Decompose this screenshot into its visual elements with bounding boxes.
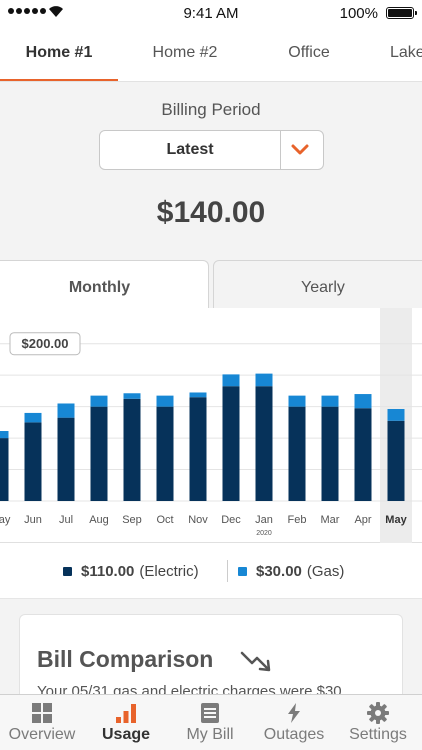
bar-gas [57,403,75,418]
bottom-navigation: Overview Usage My Bill Outages Settings [0,694,422,750]
bar-electric [57,417,75,501]
bar-electric [288,406,306,501]
bar-electric [123,398,141,501]
x-tick-label: Feb [288,514,307,526]
bar-electric [0,438,9,501]
billing-period-value: Latest [166,141,214,158]
lightning-icon [288,703,300,723]
gas-swatch [238,567,247,576]
billing-total-amount: $140.00 [156,196,266,229]
tab-monthly[interactable]: Monthly [0,260,209,309]
bar-gas [321,395,339,407]
nav-overview[interactable]: Overview [0,695,84,750]
nav-my-bill-label: My Bill [186,726,234,743]
bar-chart-icon [116,704,136,723]
bar-electric [222,386,240,501]
gear-icon [367,702,389,724]
x-tick-label: Jan [255,514,273,526]
x-tick-label: Sep [122,514,142,526]
usage-chart: May Jun Jul Aug Sep Oct Nov Dec Jan 2020 Feb Mar Apr… [0,308,422,543]
bill-comparison-title: Bill Comparison [37,646,214,672]
x-tick-label: Oct [156,514,173,526]
tab-home-1[interactable]: Home #1 [0,26,118,81]
billing-period-label: Billing Period [161,100,261,119]
nav-settings-label: Settings [349,726,407,743]
select-divider [280,131,281,169]
gas-label: (Gas) [306,563,345,580]
x-tick-label: Dec [221,514,241,526]
nav-outages[interactable]: Outages [252,695,336,750]
bar-gas [123,393,141,399]
nav-settings[interactable]: Settings [336,695,420,750]
x-tick-label: Jun [24,514,42,526]
billing-period-select[interactable]: Latest [99,130,324,170]
x-tick-label: Nov [188,514,208,526]
battery-icon [386,7,417,19]
nav-usage-label: Usage [101,726,151,743]
x-tick-label: Apr [354,514,371,526]
bar-gas [222,374,240,387]
bar-gas [189,392,207,398]
period-tabs: Yearly Monthly [0,260,422,309]
bar-gas [354,394,372,409]
bar-gas [387,408,405,421]
x-tick-label: Aug [89,514,109,526]
usage-bar-chart: May Jun Jul Aug Sep Oct Nov Dec Jan 2020 Feb Mar Apr… [0,308,422,543]
electric-label: (Electric) [139,563,199,580]
bill-icon [201,703,219,723]
x-tick-label: May [385,514,407,526]
tab-office[interactable]: Office [262,26,356,81]
tab-yearly[interactable]: Yearly [213,260,422,309]
bar-electric [387,420,405,501]
chevron-down-icon[interactable] [290,143,310,157]
legend-gas: $30.00 (Gas) [238,563,344,580]
bar-gas [24,412,42,423]
x-tick-sublabel: 2020 [256,530,272,537]
electric-amount: $110.00 [81,563,135,580]
bar-gas [255,373,273,387]
nav-outages-label: Outages [263,726,325,743]
gas-amount: $30.00 [256,563,302,580]
legend-electric: $110.00 (Electric) [63,563,199,580]
bar-electric [90,406,108,501]
bar-electric [189,397,207,501]
legend-divider [227,560,228,582]
x-tick-label: Jul [59,514,73,526]
chart-legend: $110.00 (Electric) $30.00 (Gas) [0,543,422,599]
x-tick-label: May [0,514,11,526]
nav-my-bill[interactable]: My Bill [168,695,252,750]
bar-electric [354,408,372,501]
tab-lake[interactable]: Lake [390,26,422,81]
trend-down-icon [240,651,271,672]
bar-electric [255,386,273,501]
bar-electric [24,422,42,501]
bar-gas [0,431,9,439]
bar-gas [288,395,306,407]
bar-gas [156,395,174,407]
x-tick-label: Mar [321,514,340,526]
nav-overview-label: Overview [8,726,76,743]
location-tabs: Home #1 Home #2 Office Lake [0,26,422,82]
y-marker-label: $200.00 [22,336,69,351]
status-bar: 9:41 AM 100% [0,0,422,26]
bar-gas [90,395,108,407]
bar-electric [321,406,339,501]
battery-percent: 100% [339,5,378,22]
grid-icon [32,703,52,723]
tab-home-2[interactable]: Home #2 [130,26,240,81]
nav-usage[interactable]: Usage [84,695,168,750]
bar-electric [156,406,174,501]
electric-swatch [63,567,72,576]
